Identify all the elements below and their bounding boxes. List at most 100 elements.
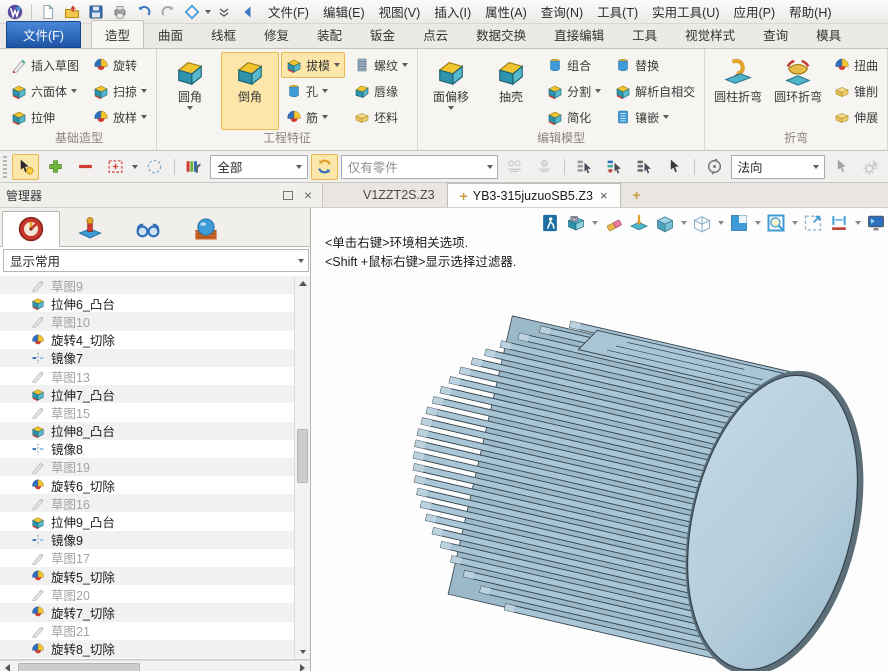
model-3d[interactable] <box>311 208 888 671</box>
chevron-down-icon[interactable] <box>595 89 601 93</box>
tree-item-拉伸9_凸台[interactable]: 拉伸9_凸台 <box>0 512 295 530</box>
tree-item-旋转4_切除[interactable]: 旋转4_切除 <box>0 331 295 349</box>
scrollbar-thumb[interactable] <box>297 429 308 483</box>
tree-item-旋转6_切除[interactable]: 旋转6_切除 <box>0 476 295 494</box>
ribbon-button-镶嵌[interactable]: 镶嵌 <box>610 104 700 130</box>
viewport-3d[interactable]: <单击右键>环境相关选项. <Shift +鼠标右键>显示选择过滤器. <box>311 208 888 671</box>
chevron-down-icon[interactable] <box>322 115 328 119</box>
ribbon-button-组合[interactable]: 组合 <box>542 52 606 78</box>
chevron-down-icon[interactable] <box>482 156 497 178</box>
ribbon-tab-钣金[interactable]: 钣金 <box>356 20 409 48</box>
ribbon-button-扭曲[interactable]: 扭曲 <box>829 52 883 78</box>
fit-window-icon[interactable] <box>801 211 825 235</box>
filter-all-combobox[interactable]: 全部 <box>210 155 307 179</box>
ribbon-tab-模具[interactable]: 模具 <box>802 20 855 48</box>
normal-orient-icon[interactable] <box>701 154 728 180</box>
exit-environment-icon[interactable] <box>538 211 562 235</box>
pickpath-toggle-icon[interactable] <box>311 154 338 180</box>
tree-item-草图19[interactable]: 草图19 <box>0 458 295 476</box>
tree-item-草图17[interactable]: 草图17 <box>0 549 295 567</box>
ribbon-button-简化[interactable]: 简化 <box>542 104 606 130</box>
select-cursor-icon[interactable] <box>661 154 688 180</box>
customize-icon[interactable] <box>213 2 235 22</box>
undo-icon[interactable] <box>133 2 155 22</box>
scroll-down-icon[interactable] <box>295 644 310 659</box>
tree-item-镜像9[interactable]: 镜像9 <box>0 531 295 549</box>
ribbon-button-圆角[interactable]: 圆角 <box>161 52 219 130</box>
chevron-down-icon[interactable] <box>663 115 669 119</box>
ribbon-tab-修复[interactable]: 修复 <box>250 20 303 48</box>
ribbon-button-圆环折弯[interactable]: 圆环折弯 <box>769 52 827 130</box>
document-tab-V1ZZT2S.Z3[interactable]: V1ZZT2S.Z3 <box>351 183 447 207</box>
ribbon-button-拉伸[interactable]: 拉伸 <box>6 104 84 130</box>
ribbon-tab-视觉样式[interactable]: 视觉样式 <box>671 20 749 48</box>
filter-icon[interactable] <box>180 154 207 180</box>
ribbon-tab-直接编辑[interactable]: 直接编辑 <box>540 20 618 48</box>
ribbon-button-坯料[interactable]: 坯料 <box>349 104 413 130</box>
scroll-right-icon[interactable] <box>295 661 310 671</box>
scroll-up-icon[interactable] <box>295 276 310 291</box>
tab-visibility[interactable] <box>120 212 176 246</box>
tree-item-旋转7_切除[interactable]: 旋转7_切除 <box>0 603 295 621</box>
ribbon-tab-曲面[interactable]: 曲面 <box>144 20 197 48</box>
ribbon-button-插入草图[interactable]: 插入草图 <box>6 52 84 78</box>
ribbon-button-倒角[interactable]: 倒角 <box>221 52 279 130</box>
ribbon-button-六面体[interactable]: 六面体 <box>6 78 84 104</box>
tree-item-草图10[interactable]: 草图10 <box>0 312 295 330</box>
ribbon-button-拔模[interactable]: 拔模 <box>281 52 345 78</box>
chevron-down-icon[interactable] <box>292 156 307 178</box>
tree-item-草图21[interactable]: 草图21 <box>0 622 295 640</box>
sync-icon[interactable] <box>181 2 203 22</box>
datum-plane-icon[interactable] <box>627 211 651 235</box>
ribbon-button-旋转[interactable]: 旋转 <box>88 52 152 78</box>
document-tab-YB3-315juzuoSB5.Z3[interactable]: +YB3-315juzuoSB5.Z3× <box>447 183 621 207</box>
file-menu-button[interactable]: 文件(F) <box>6 21 81 48</box>
chevron-down-icon[interactable] <box>716 221 725 225</box>
tree-item-镜像7[interactable]: 镜像7 <box>0 349 295 367</box>
new-file-icon[interactable] <box>37 2 59 22</box>
view-orientation-icon[interactable] <box>727 211 751 235</box>
scrollbar-thumb[interactable] <box>18 663 140 671</box>
chevron-down-icon[interactable] <box>322 89 328 93</box>
scroll-left-icon[interactable] <box>0 661 15 671</box>
box-select-icon[interactable] <box>102 154 129 180</box>
chevron-down-icon[interactable] <box>141 89 147 93</box>
tree-vertical-scrollbar[interactable] <box>294 276 310 659</box>
chevron-down-icon[interactable] <box>853 221 862 225</box>
screen-icon[interactable] <box>864 211 888 235</box>
tree-item-草图20[interactable]: 草图20 <box>0 585 295 603</box>
chevron-down-icon[interactable] <box>402 63 408 67</box>
chevron-down-icon[interactable] <box>809 156 824 178</box>
chevron-down-icon[interactable] <box>71 89 77 93</box>
tab-history[interactable] <box>2 211 60 247</box>
tree-item-草图9[interactable]: 草图9 <box>0 276 295 294</box>
pick-cursor-icon[interactable] <box>12 154 39 180</box>
chevron-down-icon[interactable] <box>590 221 599 225</box>
chevron-down-icon[interactable] <box>141 115 147 119</box>
chevron-down-icon[interactable] <box>293 250 308 271</box>
ribbon-button-锥削[interactable]: 锥削 <box>829 78 883 104</box>
remove-selection-icon[interactable] <box>72 154 99 180</box>
tree-item-镜像8[interactable]: 镜像8 <box>0 440 295 458</box>
ribbon-button-唇缘[interactable]: 唇缘 <box>349 78 413 104</box>
manager-minimize-icon[interactable] <box>280 188 296 202</box>
print-icon[interactable] <box>109 2 131 22</box>
close-tab-icon[interactable]: × <box>600 188 608 203</box>
tree-item-拉伸8_凸台[interactable]: 拉伸8_凸台 <box>0 422 295 440</box>
tree-item-草图15[interactable]: 草图15 <box>0 403 295 421</box>
ribbon-tab-查询[interactable]: 查询 <box>749 20 802 48</box>
normal-combobox[interactable]: 法向 <box>731 155 825 179</box>
chevron-down-icon[interactable] <box>790 221 799 225</box>
manager-close-icon[interactable]: × <box>300 188 316 202</box>
new-tab-button[interactable]: + <box>621 183 653 207</box>
ribbon-button-孔[interactable]: 孔 <box>281 78 345 104</box>
ribbon-button-面偏移[interactable]: 面偏移 <box>422 52 480 130</box>
ribbon-button-解析自相交[interactable]: 解析自相交 <box>610 78 700 104</box>
ribbon-tab-线框[interactable]: 线框 <box>197 20 250 48</box>
tab-visual[interactable] <box>178 212 234 246</box>
tree-item-拉伸7_凸台[interactable]: 拉伸7_凸台 <box>0 385 295 403</box>
ribbon-tab-点云[interactable]: 点云 <box>409 20 462 48</box>
ribbon-tab-工具[interactable]: 工具 <box>618 20 671 48</box>
tree-item-拉伸6_凸台[interactable]: 拉伸6_凸台 <box>0 294 295 312</box>
tree-item-草图16[interactable]: 草图16 <box>0 494 295 512</box>
